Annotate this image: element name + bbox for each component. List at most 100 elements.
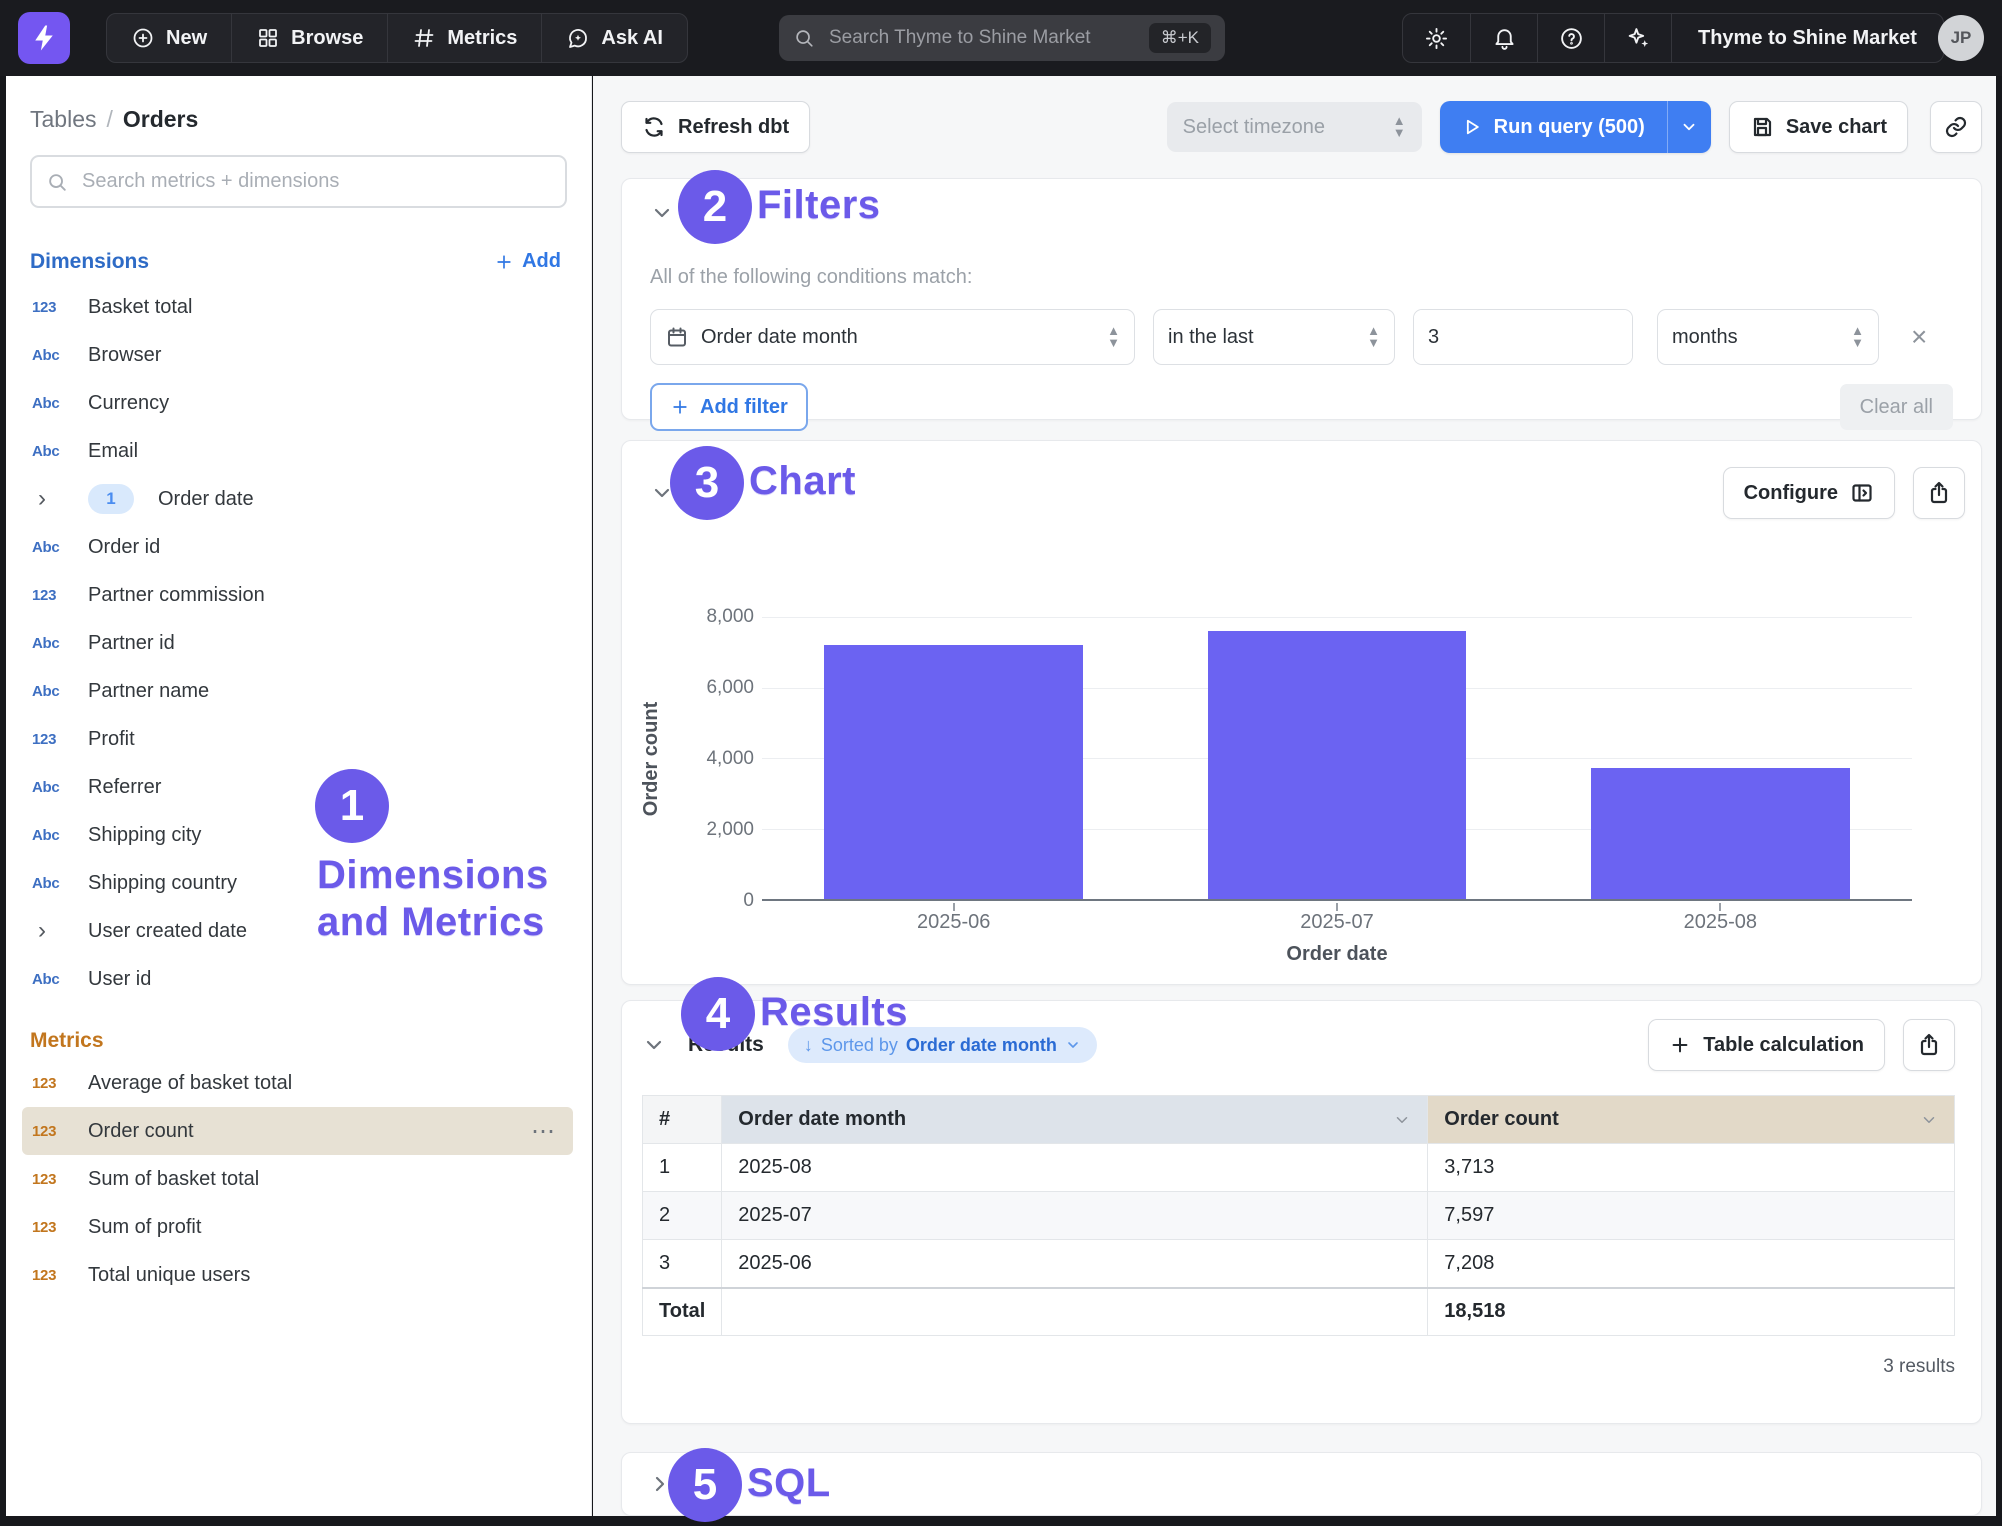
fields-search[interactable] <box>30 155 567 208</box>
filter-actions-row: Add filter Clear all <box>650 383 1953 431</box>
refresh-dbt-button[interactable]: Refresh dbt <box>621 101 810 153</box>
ai-sparkles-button[interactable] <box>1604 14 1671 62</box>
item-label: Order id <box>88 536 160 559</box>
column-header-order-count[interactable]: Order count <box>1428 1096 1955 1144</box>
configure-button[interactable]: Configure <box>1723 467 1895 519</box>
sidebar-item-user-id[interactable]: AbcUser id <box>22 955 573 1003</box>
number-type-icon: 123 <box>32 587 72 604</box>
column-header-order-date-month[interactable]: Order date month <box>722 1096 1428 1144</box>
sidebar-item-total-unique-users[interactable]: 123Total unique users <box>22 1251 573 1299</box>
table-row-2025-06[interactable]: 32025-067,208 <box>643 1240 1955 1288</box>
order-count-cell[interactable]: 7,208 <box>1428 1240 1955 1288</box>
calendar-icon <box>665 325 689 349</box>
help-button[interactable] <box>1537 14 1604 62</box>
item-label: Average of basket total <box>88 1072 292 1095</box>
filter-operator-select[interactable]: in the last ▲▼ <box>1153 309 1395 365</box>
configure-label: Configure <box>1744 482 1838 505</box>
gridline <box>762 617 1912 618</box>
breadcrumb-current: Orders <box>123 106 198 133</box>
table-row-2025-08[interactable]: 12025-083,713 <box>643 1144 1955 1192</box>
number-type-icon: 123 <box>32 1267 72 1284</box>
settings-button[interactable] <box>1403 14 1470 62</box>
user-avatar[interactable]: JP <box>1938 15 1984 61</box>
add-filter-button[interactable]: Add filter <box>650 383 808 431</box>
sidebar-item-partner-name[interactable]: AbcPartner name <box>22 667 573 715</box>
browse-label: Browse <box>291 27 363 50</box>
dimensions-header: Dimensions Add <box>30 246 567 277</box>
sorted-by-pill[interactable]: ↓ Sorted by Order date month <box>788 1027 1097 1063</box>
browse-button[interactable]: Browse <box>231 14 387 62</box>
global-search[interactable]: ⌘+K <box>779 15 1225 61</box>
remove-filter-button[interactable]: × <box>1911 323 1927 351</box>
app-logo[interactable] <box>18 12 70 64</box>
plus-circle-icon <box>131 26 155 50</box>
sidebar-item-average-of-basket-total[interactable]: 123Average of basket total <box>22 1059 573 1107</box>
order-date-month-cell[interactable]: 2025-07 <box>722 1192 1428 1240</box>
top-navbar: New Browse Metrics Ask AI ⌘+K <box>0 0 2002 76</box>
filter-rule-row: Order date month ▲▼ in the last ▲▼ ▲ ▼ m… <box>650 309 1953 365</box>
order-count-cell[interactable]: 3,713 <box>1428 1144 1955 1192</box>
add-dimension-button[interactable]: Add <box>488 246 567 277</box>
more-options-icon[interactable]: ⋯ <box>531 1117 557 1146</box>
table-row-2025-07[interactable]: 22025-077,597 <box>643 1192 1955 1240</box>
collapse-filters-chevron[interactable] <box>650 201 674 225</box>
breadcrumb-tables-link[interactable]: Tables <box>30 106 96 133</box>
filter-unit-select[interactable]: months ▲▼ <box>1657 309 1879 365</box>
number-type-icon: 123 <box>32 731 72 748</box>
ask-ai-button[interactable]: Ask AI <box>541 14 687 62</box>
sidebar-item-partner-commission[interactable]: 123 Partner commission <box>22 571 573 619</box>
timezone-select[interactable]: Select timezone ▲▼ <box>1167 102 1422 152</box>
y-tick-label: 2,000 <box>706 819 754 841</box>
sidebar-item-order-id[interactable]: AbcOrder id <box>22 523 573 571</box>
global-search-input[interactable] <box>827 26 1137 50</box>
run-query-options-button[interactable] <box>1667 101 1711 153</box>
sidebar-item-partner-id[interactable]: AbcPartner id <box>22 619 573 667</box>
chart-x-ticks: 2025-062025-072025-08 <box>762 911 1912 941</box>
sorted-by-field: Order date month <box>906 1035 1057 1056</box>
sidebar-item-shipping-city[interactable]: AbcShipping city <box>22 811 573 859</box>
bar-2025-08[interactable] <box>1591 768 1850 899</box>
new-button[interactable]: New <box>107 14 231 62</box>
sidebar-item-sum-of-profit[interactable]: 123Sum of profit <box>22 1203 573 1251</box>
metrics-button[interactable]: Metrics <box>387 14 541 62</box>
sidebar-item-email[interactable]: AbcEmail <box>22 427 573 475</box>
item-label: Sum of profit <box>88 1216 201 1239</box>
notifications-button[interactable] <box>1470 14 1537 62</box>
collapse-results-chevron[interactable] <box>642 1033 666 1057</box>
org-switcher[interactable]: Thyme to Shine Market <box>1671 14 1943 62</box>
sidebar-item-sum-of-basket-total[interactable]: 123Sum of basket total <box>22 1155 573 1203</box>
sidebar-item-profit[interactable]: 123Profit <box>22 715 573 763</box>
export-chart-button[interactable] <box>1913 467 1965 519</box>
item-label: Partner commission <box>88 584 265 607</box>
sidebar-item-browser[interactable]: AbcBrowser <box>22 331 573 379</box>
sidebar-item-basket-total[interactable]: 123Basket total <box>22 283 573 331</box>
bar-2025-06[interactable] <box>824 645 1083 899</box>
number-type-icon: 123 <box>32 299 72 316</box>
save-chart-button[interactable]: Save chart <box>1729 101 1908 153</box>
text-type-icon: Abc <box>32 395 72 412</box>
run-query-button[interactable]: Run query (500) <box>1440 101 1667 153</box>
fields-search-input[interactable] <box>80 169 551 194</box>
sidebar-item-user-created-date[interactable]: ›User created date <box>22 907 573 955</box>
order-date-month-cell[interactable]: 2025-06 <box>722 1240 1428 1288</box>
sidebar-item-currency[interactable]: AbcCurrency <box>22 379 573 427</box>
sidebar-item-shipping-country[interactable]: AbcShipping country <box>22 859 573 907</box>
clear-all-button[interactable]: Clear all <box>1840 384 1953 430</box>
total-empty-cell <box>722 1288 1428 1336</box>
filters-match-text: All of the following conditions match: <box>650 266 1953 289</box>
sidebar-item-order-date[interactable]: ›1Order date <box>22 475 573 523</box>
export-results-button[interactable] <box>1903 1019 1955 1071</box>
bar-2025-07[interactable] <box>1208 631 1467 899</box>
collapse-chart-chevron[interactable] <box>650 481 674 505</box>
table-calculation-button[interactable]: Table calculation <box>1648 1019 1885 1071</box>
run-query-label: Run query (500) <box>1494 116 1645 139</box>
order-count-cell[interactable]: 7,597 <box>1428 1192 1955 1240</box>
filter-value-input[interactable] <box>1414 310 1633 364</box>
filter-field-select[interactable]: Order date month ▲▼ <box>650 309 1135 365</box>
sidebar-item-referrer[interactable]: AbcReferrer <box>22 763 573 811</box>
share-link-button[interactable] <box>1930 101 1982 153</box>
order-date-month-cell[interactable]: 2025-08 <box>722 1144 1428 1192</box>
sidebar-item-order-count[interactable]: 123Order count⋯ <box>22 1107 573 1155</box>
column-header-index[interactable]: # <box>643 1096 722 1144</box>
expand-sql-chevron[interactable] <box>648 1472 672 1496</box>
